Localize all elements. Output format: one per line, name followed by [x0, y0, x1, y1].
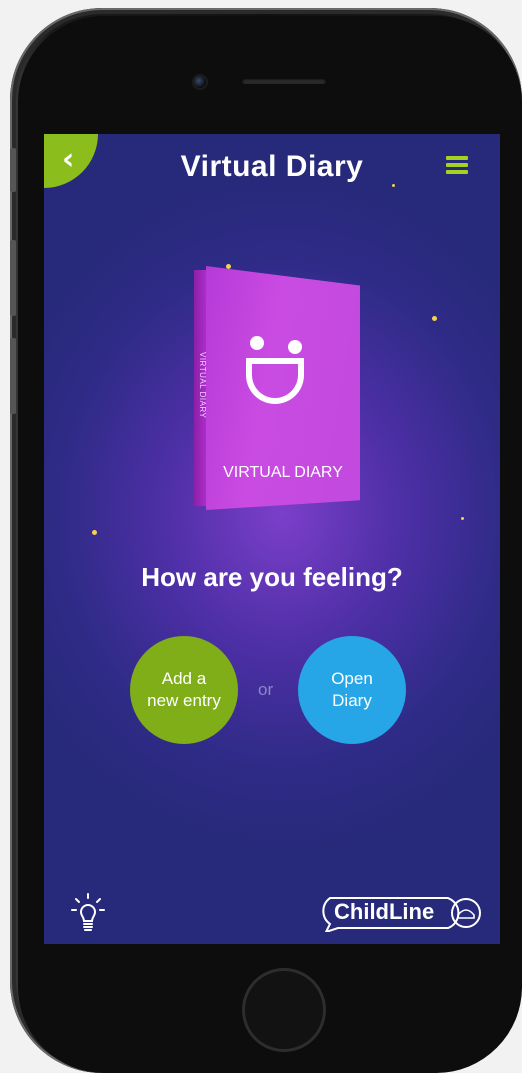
book-cover-label: VIRTUAL DIARY: [223, 464, 343, 481]
open-diary-label: Open Diary: [331, 669, 373, 710]
or-separator: or: [258, 680, 274, 699]
hamburger-menu-icon[interactable]: [446, 156, 468, 174]
earpiece-speaker: [242, 78, 326, 84]
volume-down-button: [10, 338, 16, 414]
childline-logo-text: ChildLine: [334, 899, 435, 924]
app-screen: ‹ Virtual Diary VIRTUAL DIARY VIRTUAL DI…: [44, 134, 500, 944]
star-decoration: [461, 517, 464, 520]
star-decoration: [432, 316, 437, 321]
childline-logo: ChildLine: [320, 894, 484, 934]
mute-switch: [10, 148, 16, 192]
star-decoration: [92, 530, 97, 535]
lightbulb-icon[interactable]: [70, 892, 106, 934]
smiley-eye: [288, 340, 302, 354]
page-title: Virtual Diary: [180, 150, 364, 183]
volume-up-button: [10, 240, 16, 316]
add-new-entry-button[interactable]: Add a new entry: [130, 636, 238, 744]
smiley-mouth: [246, 358, 304, 404]
feeling-question: How are you feeling?: [141, 562, 403, 592]
front-camera: [192, 74, 208, 90]
add-new-entry-label: Add a new entry: [147, 669, 221, 710]
smiley-face-icon: [242, 336, 312, 416]
smiley-eye: [250, 336, 264, 350]
home-button[interactable]: [242, 968, 326, 1052]
diary-book-illustration: VIRTUAL DIARY VIRTUAL DIARY: [194, 266, 360, 512]
star-decoration: [392, 184, 395, 187]
open-diary-button[interactable]: Open Diary: [298, 636, 406, 744]
